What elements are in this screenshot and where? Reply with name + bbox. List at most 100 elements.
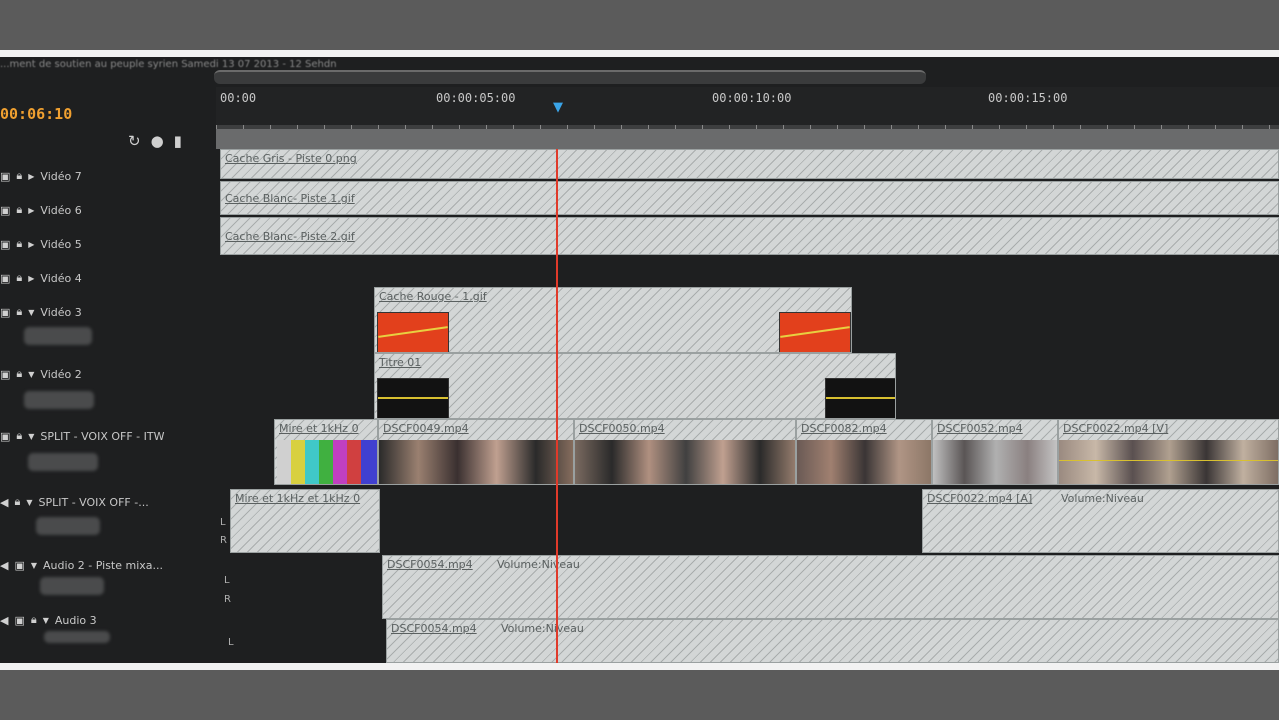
lock-icon[interactable]: 🔒︎: [16, 305, 22, 319]
volume-dropdown[interactable]: Volume:Niveau: [497, 558, 580, 571]
channel-right-label: R: [224, 594, 231, 605]
filmstrip: [797, 440, 931, 484]
expand-arrow-icon[interactable]: ▶: [28, 172, 34, 181]
lock-icon[interactable]: 🔒︎: [16, 237, 22, 251]
clip-label: DSCF0054.mp4: [387, 558, 473, 571]
expand-arrow-icon[interactable]: ▶: [28, 206, 34, 215]
clip-cache-blanc-1[interactable]: Cache Blanc- Piste 1.gif: [220, 181, 1279, 215]
eye-icon[interactable]: ▣: [14, 559, 24, 572]
channel-left-label: L: [228, 637, 234, 648]
track-header-audio2[interactable]: ◀ ▣ ▼ Audio 2 - Piste mixa...: [0, 559, 163, 572]
marker-icon[interactable]: ●: [151, 132, 164, 150]
colorbars-thumbnail: [277, 440, 377, 484]
eye-icon[interactable]: ▣: [0, 170, 10, 183]
lock-icon[interactable]: 🔒︎: [16, 367, 22, 381]
clip-thumbnail-end: [825, 378, 895, 418]
track-controls: [24, 327, 92, 345]
speaker-icon[interactable]: ◀: [0, 559, 8, 572]
clip-mire-audio[interactable]: Mire et 1kHz et 1kHz 0: [230, 489, 380, 553]
eye-icon[interactable]: ▣: [14, 614, 24, 627]
clip-titre[interactable]: Titre 01: [374, 353, 896, 419]
timeline-scrollbar[interactable]: [214, 70, 926, 84]
clip-thumbnail-start: [377, 312, 449, 352]
clip-dscf0054-audio2[interactable]: DSCF0054.mp4 Volume:Niveau: [382, 555, 1279, 619]
channel-left-label: L: [224, 575, 230, 586]
track-name: Audio 3: [54, 613, 97, 627]
photo-frame: ...ment de soutien au peuple syrien Same…: [0, 50, 1279, 670]
collapse-arrow-icon[interactable]: ▼: [28, 370, 34, 379]
track-header-video6[interactable]: ▣ 🔒︎ ▶ Vidéo 6: [0, 203, 82, 217]
lock-icon[interactable]: 🔒︎: [16, 271, 22, 285]
eye-icon[interactable]: ▣: [0, 306, 10, 319]
clip-mire[interactable]: Mire et 1kHz 0: [274, 419, 378, 485]
filmstrip: [1059, 440, 1278, 484]
eye-icon[interactable]: ▣: [0, 272, 10, 285]
clip-label: DSCF0049.mp4: [383, 422, 469, 435]
track-name: Audio 2 - Piste mixa...: [43, 559, 164, 572]
track-header-audio3[interactable]: ◀ ▣ 🔒︎ ▼ Audio 3: [0, 613, 97, 627]
timeline-panel: ...ment de soutien au peuple syrien Same…: [0, 57, 1279, 663]
track-name: Vidéo 4: [40, 271, 82, 285]
collapse-arrow-icon[interactable]: ▼: [28, 432, 34, 441]
eye-icon[interactable]: ▣: [0, 204, 10, 217]
track-header-video5[interactable]: ▣ 🔒︎ ▶ Vidéo 5: [0, 237, 82, 251]
work-area-bar[interactable]: [216, 129, 1279, 149]
track-name: Vidéo 7: [40, 169, 82, 183]
track-name: Vidéo 2: [40, 367, 82, 381]
playhead-handle-icon[interactable]: ▼: [552, 101, 564, 115]
volume-dropdown[interactable]: Volume:Niveau: [501, 622, 584, 635]
eye-icon[interactable]: ▣: [0, 430, 10, 443]
lock-icon[interactable]: 🔒︎: [31, 613, 37, 627]
clip-dscf0022-audio[interactable]: DSCF0022.mp4 [A] Volume:Niveau: [922, 489, 1279, 553]
clip-dscf0052[interactable]: DSCF0052.mp4: [932, 419, 1058, 485]
lock-icon[interactable]: 🔒︎: [16, 203, 22, 217]
lock-icon[interactable]: 🔒︎: [16, 429, 22, 443]
track-name: Vidéo 6: [40, 203, 82, 217]
track-header-video7[interactable]: ▣ 🔒︎ ▶ Vidéo 7: [0, 169, 82, 183]
clip-dscf0049[interactable]: DSCF0049.mp4: [378, 419, 574, 485]
track-header-video4[interactable]: ▣ 🔒︎ ▶ Vidéo 4: [0, 271, 82, 285]
collapse-arrow-icon[interactable]: ▼: [31, 561, 37, 570]
clip-label: Cache Gris - Piste 0.png: [225, 152, 357, 165]
playhead-line[interactable]: [556, 149, 558, 663]
lock-icon[interactable]: ▮: [174, 132, 182, 150]
expand-arrow-icon[interactable]: ▶: [28, 274, 34, 283]
eye-icon[interactable]: ▣: [0, 368, 10, 381]
clip-cache-gris[interactable]: Cache Gris - Piste 0.png: [220, 149, 1279, 179]
clip-cache-blanc-2[interactable]: Cache Blanc- Piste 2.gif: [220, 217, 1279, 255]
channel-left-label: L: [220, 517, 226, 528]
clip-label: DSCF0052.mp4: [937, 422, 1023, 435]
magnet-icon[interactable]: ↻: [128, 132, 141, 150]
clip-label: Mire et 1kHz et 1kHz 0: [235, 492, 361, 505]
eye-icon[interactable]: ▣: [0, 238, 10, 251]
track-header-split-audio[interactable]: ◀ 🔒︎ ▼ SPLIT - VOIX OFF -...: [0, 495, 149, 509]
filmstrip: [575, 440, 795, 484]
clip-dscf0022-video[interactable]: DSCF0022.mp4 [V]: [1058, 419, 1279, 485]
clip-dscf0054-audio3[interactable]: DSCF0054.mp4 Volume:Niveau: [386, 619, 1279, 663]
current-timecode[interactable]: 00:06:10: [0, 105, 72, 123]
collapse-arrow-icon[interactable]: ▼: [26, 498, 32, 507]
collapse-arrow-icon[interactable]: ▼: [28, 308, 34, 317]
track-header-split-video[interactable]: ▣ 🔒︎ ▼ SPLIT - VOIX OFF - ITW: [0, 429, 164, 443]
track-controls: [40, 577, 104, 595]
expand-arrow-icon[interactable]: ▶: [28, 240, 34, 249]
clip-cache-rouge[interactable]: Cache Rouge - 1.gif: [374, 287, 852, 353]
speaker-icon[interactable]: ◀: [0, 614, 8, 627]
clip-label: DSCF0050.mp4: [579, 422, 665, 435]
track-controls: [44, 631, 110, 643]
track-name: SPLIT - VOIX OFF -...: [38, 495, 149, 509]
channel-right-label: R: [220, 535, 227, 546]
lock-icon[interactable]: 🔒︎: [14, 495, 20, 509]
track-header-video3[interactable]: ▣ 🔒︎ ▼ Vidéo 3: [0, 305, 82, 319]
speaker-icon[interactable]: ◀: [0, 496, 8, 509]
volume-dropdown[interactable]: Volume:Niveau: [1061, 492, 1144, 505]
track-header-video2[interactable]: ▣ 🔒︎ ▼ Vidéo 2: [0, 367, 82, 381]
clip-dscf0050[interactable]: DSCF0050.mp4: [574, 419, 796, 485]
filmstrip: [379, 440, 573, 484]
clip-dscf0082[interactable]: DSCF0082.mp4: [796, 419, 932, 485]
lock-icon[interactable]: 🔒︎: [16, 169, 22, 183]
track-name: SPLIT - VOIX OFF - ITW: [40, 429, 165, 443]
collapse-arrow-icon[interactable]: ▼: [43, 616, 49, 625]
clip-label: Cache Rouge - 1.gif: [379, 290, 487, 303]
track-name: Vidéo 5: [40, 237, 82, 251]
